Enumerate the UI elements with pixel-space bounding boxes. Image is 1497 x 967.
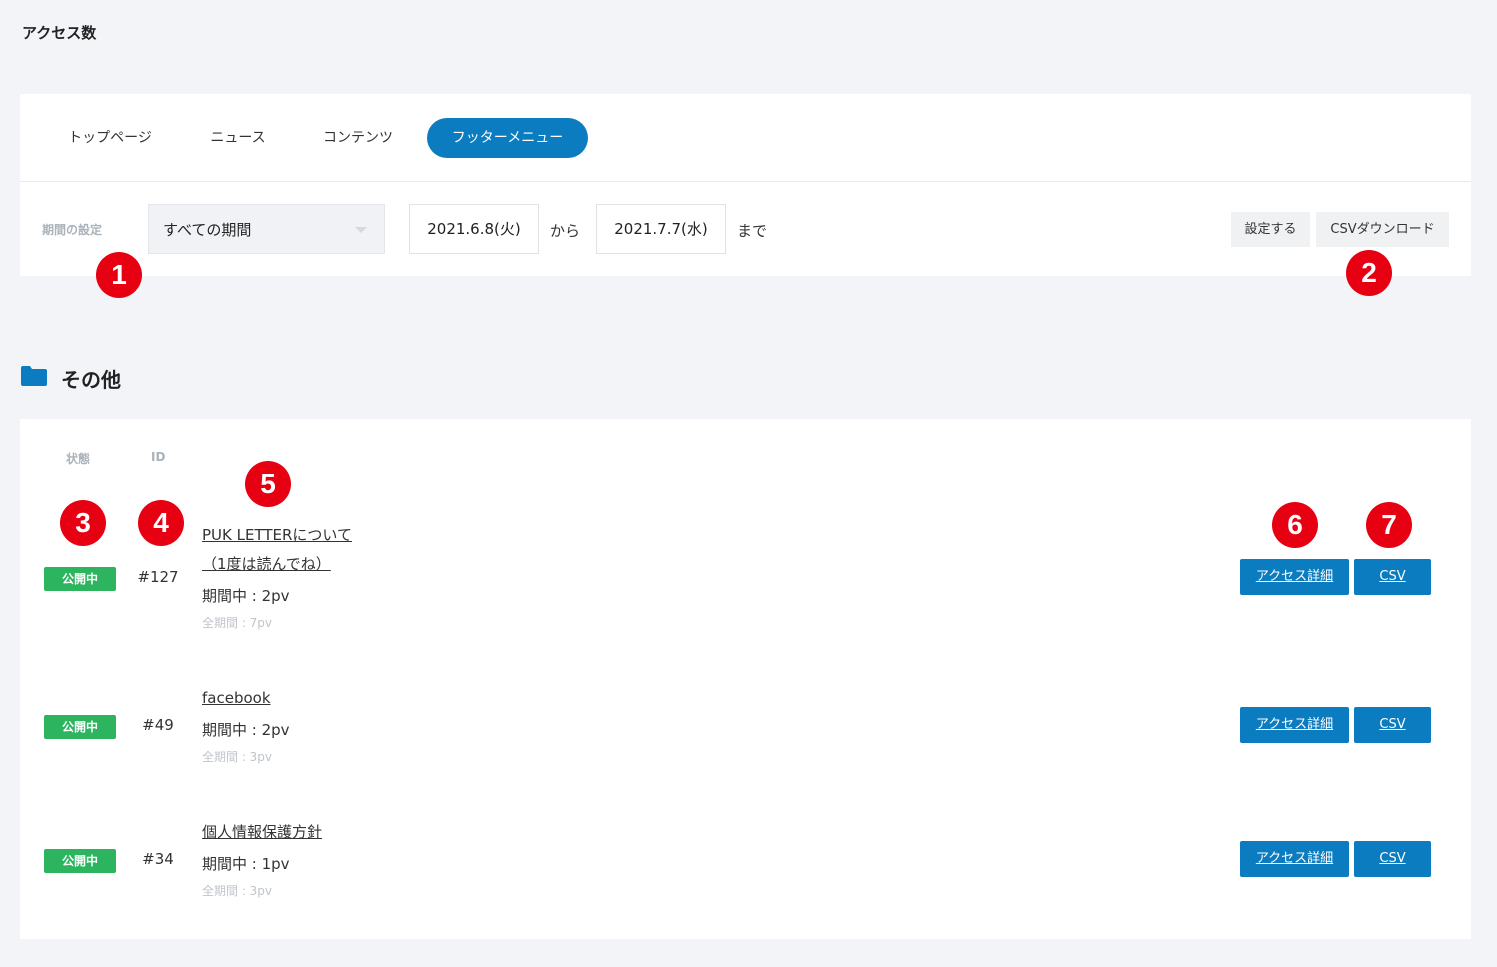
total-pv: 全期間 : 3pv — [202, 884, 273, 898]
id-column-header: ID — [151, 450, 166, 464]
end-date-input[interactable]: 2021.7.7(水) — [596, 204, 726, 254]
from-text: から — [550, 222, 581, 240]
content-list-panel: 状態 ID 公開中 #127 PUK LETTERについて （1度は読んでね） … — [20, 419, 1471, 939]
tab-footer-menu[interactable]: フッターメニュー — [427, 118, 588, 158]
period-select-value: すべての期間 — [163, 221, 252, 239]
page-title: アクセス数 — [22, 24, 97, 42]
access-detail-button[interactable]: アクセス詳細 — [1240, 707, 1349, 743]
tab-top-page[interactable]: トップページ — [50, 118, 170, 158]
access-detail-button[interactable]: アクセス詳細 — [1240, 559, 1349, 595]
callout-1: 1 — [96, 252, 142, 298]
folder-icon — [21, 366, 47, 386]
callout-4: 4 — [138, 500, 184, 546]
content-title-link[interactable]: PUK LETTERについて （1度は読んでね） — [202, 521, 352, 579]
tab-contents[interactable]: コンテンツ — [308, 118, 408, 158]
total-pv: 全期間 : 7pv — [202, 616, 273, 630]
period-pv: 期間中 : 1pv — [202, 855, 290, 873]
status-badge: 公開中 — [44, 849, 116, 873]
section-title: その他 — [61, 368, 121, 392]
tab-bar: トップページ ニュース コンテンツ フッターメニュー — [20, 94, 1471, 182]
period-select[interactable]: すべての期間 — [148, 204, 385, 254]
content-title-link[interactable]: facebook — [202, 684, 271, 713]
status-badge: 公開中 — [44, 567, 116, 591]
row-csv-button[interactable]: CSV — [1354, 841, 1431, 877]
callout-2: 2 — [1346, 250, 1392, 296]
content-title-link[interactable]: 個人情報保護方針 — [202, 818, 322, 847]
filter-panel: トップページ ニュース コンテンツ フッターメニュー 期間の設定 すべての期間 … — [20, 94, 1471, 276]
content-title-line: （1度は読んでね） — [202, 555, 331, 573]
access-detail-button[interactable]: アクセス詳細 — [1240, 841, 1349, 877]
chevron-down-icon — [355, 227, 367, 233]
csv-download-button[interactable]: CSVダウンロード — [1316, 212, 1449, 247]
callout-5: 5 — [245, 461, 291, 507]
tab-news[interactable]: ニュース — [188, 118, 288, 158]
status-column-header: 状態 — [66, 452, 91, 466]
row-csv-button[interactable]: CSV — [1354, 559, 1431, 595]
start-date-input[interactable]: 2021.6.8(火) — [409, 204, 539, 254]
period-label: 期間の設定 — [42, 223, 103, 237]
content-title-line: PUK LETTERについて — [202, 526, 352, 544]
row-csv-button[interactable]: CSV — [1354, 707, 1431, 743]
row-id: #127 — [137, 568, 179, 586]
callout-7: 7 — [1366, 502, 1412, 548]
until-text: まで — [737, 222, 768, 240]
status-badge: 公開中 — [44, 715, 116, 739]
row-id: #49 — [142, 716, 174, 734]
period-pv: 期間中 : 2pv — [202, 721, 290, 739]
callout-3: 3 — [60, 500, 106, 546]
callout-6: 6 — [1272, 502, 1318, 548]
period-pv: 期間中 : 2pv — [202, 587, 290, 605]
apply-button[interactable]: 設定する — [1231, 212, 1310, 247]
content-title-line: facebook — [202, 689, 271, 707]
row-id: #34 — [142, 850, 174, 868]
content-title-line: 個人情報保護方針 — [202, 823, 323, 841]
total-pv: 全期間 : 3pv — [202, 750, 273, 764]
